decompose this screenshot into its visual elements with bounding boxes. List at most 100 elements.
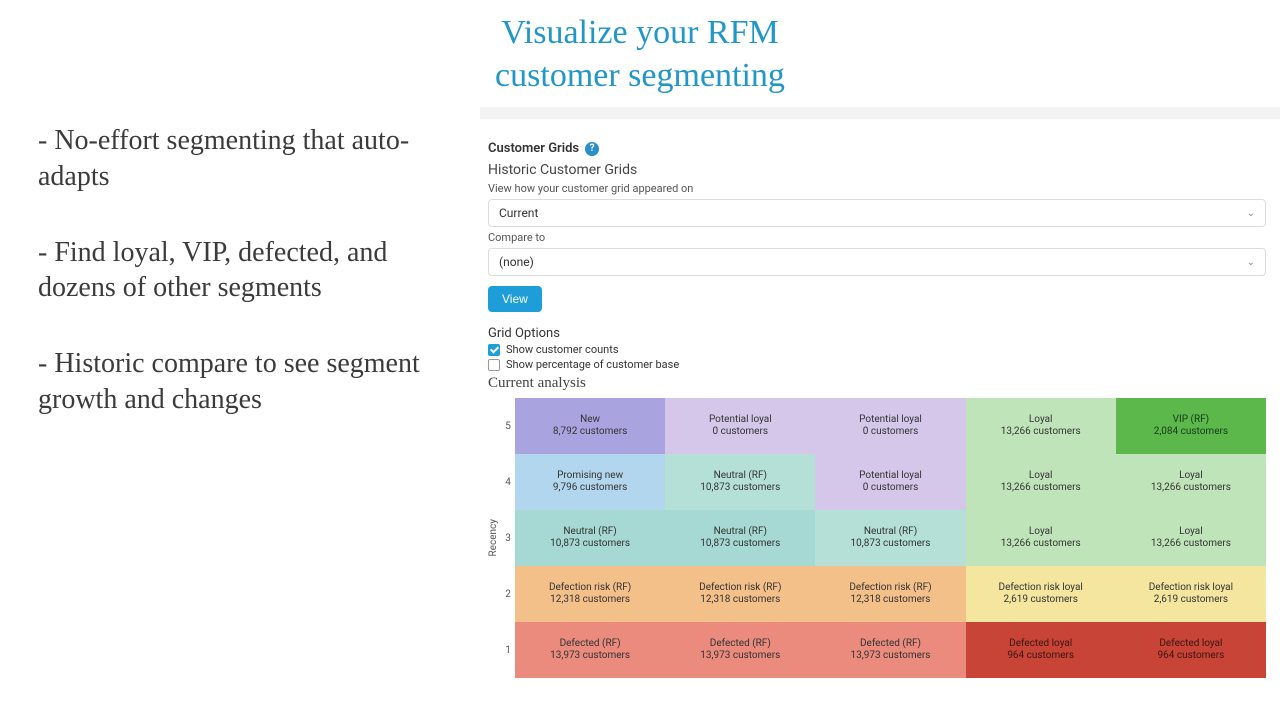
y-tick: 1 (501, 645, 515, 656)
segment-name: Defected loyal (1009, 638, 1072, 651)
checkbox-icon[interactable] (488, 359, 500, 371)
segment-name: Defected (RF) (560, 638, 621, 651)
segment-name: Neutral (RF) (714, 526, 767, 539)
segment-count: 12,318 customers (700, 594, 780, 607)
segment-count: 964 customers (1007, 650, 1074, 663)
segment-name: Defection risk (RF) (699, 582, 781, 595)
segment-count: 9,796 customers (553, 482, 627, 495)
customer-grids-label: Customer Grids (488, 141, 579, 156)
help-icon[interactable]: ? (585, 142, 599, 156)
rfm-cell[interactable]: Promising new9,796 customers (515, 454, 665, 510)
chevron-down-icon: ⌄ (1247, 257, 1255, 268)
segment-name: Defection risk loyal (999, 582, 1083, 595)
customer-grids-title: Customer Grids ? (488, 141, 1266, 156)
y-axis-ticks: 5 4 3 2 1 (501, 398, 515, 678)
rfm-cell[interactable]: Defected (RF)13,973 customers (515, 622, 665, 678)
show-pct-label: Show percentage of customer base (506, 358, 679, 371)
rfm-cell[interactable]: Defection risk loyal2,619 customers (1116, 566, 1266, 622)
compare-select-value: (none) (499, 255, 534, 269)
segment-name: Potential loyal (709, 414, 772, 427)
bullet-item: - Find loyal, VIP, defected, and dozens … (38, 235, 462, 307)
segment-name: Defected loyal (1159, 638, 1222, 651)
segment-count: 10,873 customers (700, 538, 780, 551)
segment-name: New (580, 414, 600, 427)
page-headline: Visualize your RFM customer segmenting (0, 12, 1280, 97)
rfm-cell[interactable]: Loyal13,266 customers (966, 398, 1116, 454)
date-select[interactable]: Current ⌄ (488, 199, 1266, 227)
rfm-cell[interactable]: Defected loyal964 customers (1116, 622, 1266, 678)
rfm-cell[interactable]: Loyal13,266 customers (1116, 510, 1266, 566)
historic-grids-title: Historic Customer Grids (488, 162, 1266, 178)
y-tick: 3 (501, 533, 515, 544)
segment-count: 2,084 customers (1154, 426, 1228, 439)
rfm-cell[interactable]: Loyal13,266 customers (1116, 454, 1266, 510)
segment-count: 13,973 customers (851, 650, 931, 663)
segment-count: 13,266 customers (1151, 538, 1231, 551)
rfm-cell[interactable]: Potential loyal0 customers (815, 398, 965, 454)
show-counts-option[interactable]: Show customer counts (488, 343, 1266, 356)
rfm-cell[interactable]: Defection risk (RF)12,318 customers (815, 566, 965, 622)
segment-name: Defected (RF) (710, 638, 771, 651)
rfm-cell[interactable]: VIP (RF)2,084 customers (1116, 398, 1266, 454)
segment-count: 964 customers (1158, 650, 1225, 663)
current-analysis-title: Current analysis (488, 375, 1266, 392)
segment-count: 8,792 customers (553, 426, 627, 439)
y-tick: 2 (501, 589, 515, 600)
segment-count: 0 customers (863, 426, 919, 439)
y-axis-label: Recency (488, 519, 499, 557)
segment-count: 0 customers (863, 482, 919, 495)
segment-name: Loyal (1179, 470, 1203, 483)
rfm-cell[interactable]: Neutral (RF)10,873 customers (665, 454, 815, 510)
rfm-cell[interactable]: Potential loyal0 customers (815, 454, 965, 510)
marketing-bullets: - No-effort segmenting that auto-adapts … (0, 115, 480, 678)
rfm-grid: New8,792 customersPotential loyal0 custo… (515, 398, 1266, 678)
segment-count: 13,973 customers (700, 650, 780, 663)
rfm-cell[interactable]: Defection risk (RF)12,318 customers (665, 566, 815, 622)
segment-name: Loyal (1029, 414, 1053, 427)
segment-name: Neutral (RF) (714, 470, 767, 483)
view-button[interactable]: View (488, 286, 542, 312)
segment-name: Potential loyal (859, 470, 922, 483)
grid-options-title: Grid Options (488, 326, 1266, 341)
rfm-cell[interactable]: Defected (RF)13,973 customers (815, 622, 965, 678)
y-tick: 4 (501, 477, 515, 488)
segment-name: VIP (RF) (1173, 414, 1209, 427)
checkbox-icon[interactable] (488, 344, 500, 356)
segment-name: Neutral (RF) (563, 526, 616, 539)
bullet-item: - No-effort segmenting that auto-adapts (38, 123, 462, 195)
segment-count: 13,266 customers (1001, 538, 1081, 551)
rfm-cell[interactable]: Defected loyal964 customers (966, 622, 1116, 678)
segment-name: Defection risk (RF) (849, 582, 931, 595)
historic-grids-desc: View how your customer grid appeared on (488, 182, 1266, 195)
segment-name: Loyal (1179, 526, 1203, 539)
chevron-down-icon: ⌄ (1247, 208, 1255, 219)
rfm-cell[interactable]: Neutral (RF)10,873 customers (515, 510, 665, 566)
rfm-cell[interactable]: Loyal13,266 customers (966, 454, 1116, 510)
segment-name: Loyal (1029, 470, 1053, 483)
segment-count: 13,266 customers (1001, 426, 1081, 439)
date-select-value: Current (499, 206, 538, 220)
show-counts-label: Show customer counts (506, 343, 619, 356)
segment-name: Defection risk (RF) (549, 582, 631, 595)
rfm-cell[interactable]: Defected (RF)13,973 customers (665, 622, 815, 678)
rfm-cell[interactable]: Neutral (RF)10,873 customers (815, 510, 965, 566)
segment-count: 10,873 customers (851, 538, 931, 551)
show-pct-option[interactable]: Show percentage of customer base (488, 358, 1266, 371)
app-panel: Customer Grids ? Historic Customer Grids… (480, 115, 1280, 678)
segment-name: Potential loyal (859, 414, 922, 427)
rfm-cell[interactable]: Defection risk (RF)12,318 customers (515, 566, 665, 622)
rfm-cell[interactable]: Neutral (RF)10,873 customers (665, 510, 815, 566)
compare-select[interactable]: (none) ⌄ (488, 248, 1266, 276)
segment-name: Loyal (1029, 526, 1053, 539)
segment-count: 13,266 customers (1001, 482, 1081, 495)
bullet-item: - Historic compare to see segment growth… (38, 346, 462, 418)
rfm-cell[interactable]: Potential loyal0 customers (665, 398, 815, 454)
app-topbar (480, 107, 1280, 119)
segment-count: 13,266 customers (1151, 482, 1231, 495)
segment-count: 12,318 customers (851, 594, 931, 607)
rfm-cell[interactable]: New8,792 customers (515, 398, 665, 454)
rfm-cell[interactable]: Loyal13,266 customers (966, 510, 1116, 566)
rfm-cell[interactable]: Defection risk loyal2,619 customers (966, 566, 1116, 622)
segment-count: 10,873 customers (550, 538, 630, 551)
segment-count: 2,619 customers (1004, 594, 1078, 607)
